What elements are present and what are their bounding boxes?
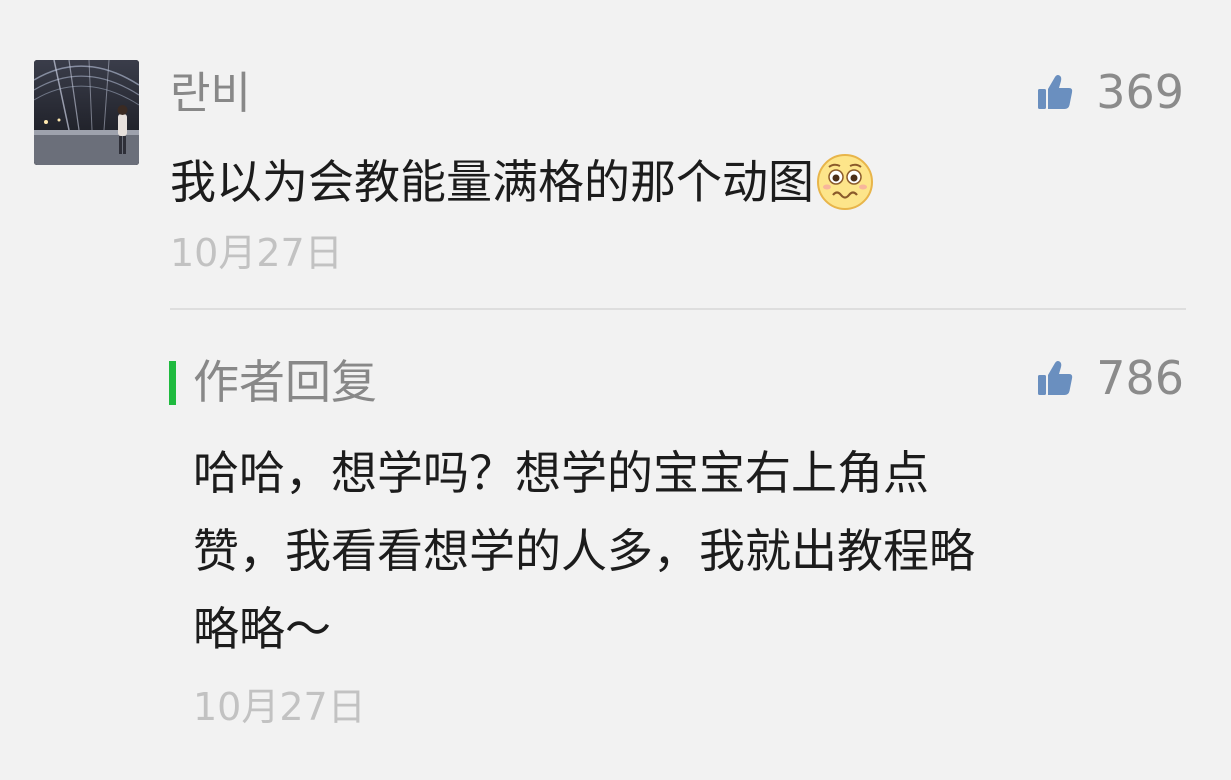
- username[interactable]: 란비: [170, 64, 251, 124]
- reply-line: 哈哈，想学吗？想学的宝宝右上角点: [193, 446, 929, 500]
- reply-line: 赞，我看看想学的人多，我就出教程略: [193, 524, 975, 578]
- author-reply-label: 作者回复: [193, 355, 377, 409]
- comment-date: 10月27日: [170, 231, 343, 275]
- reply-text: 哈哈，想学吗？想学的宝宝右上角点 赞，我看看想学的人多，我就出教程略 略略～: [193, 434, 1173, 668]
- reply-line: 略略～: [193, 602, 331, 656]
- comment-text: 我以为会教能量满格的那个动图: [170, 150, 874, 214]
- thumbs-up-icon: [1036, 359, 1074, 397]
- reply-like-count: 786: [1096, 351, 1184, 405]
- comment-item: 란비 369 我以为会教能量满格的那个动图 10月27日: [0, 0, 1231, 310]
- comment-like-button[interactable]: 369: [1036, 62, 1184, 122]
- reply-like-button[interactable]: 786: [1036, 348, 1184, 408]
- divider: [170, 308, 1186, 310]
- reply-date: 10月27日: [193, 685, 366, 729]
- reply-accent-bar: [169, 361, 176, 405]
- worried-face-emoji-icon: [816, 153, 874, 211]
- comment-like-count: 369: [1096, 65, 1184, 119]
- avatar[interactable]: [34, 60, 139, 165]
- thumbs-up-icon: [1036, 73, 1074, 111]
- avatar-photo: [34, 60, 139, 165]
- comment-body: 我以为会教能量满格的那个动图: [170, 155, 814, 209]
